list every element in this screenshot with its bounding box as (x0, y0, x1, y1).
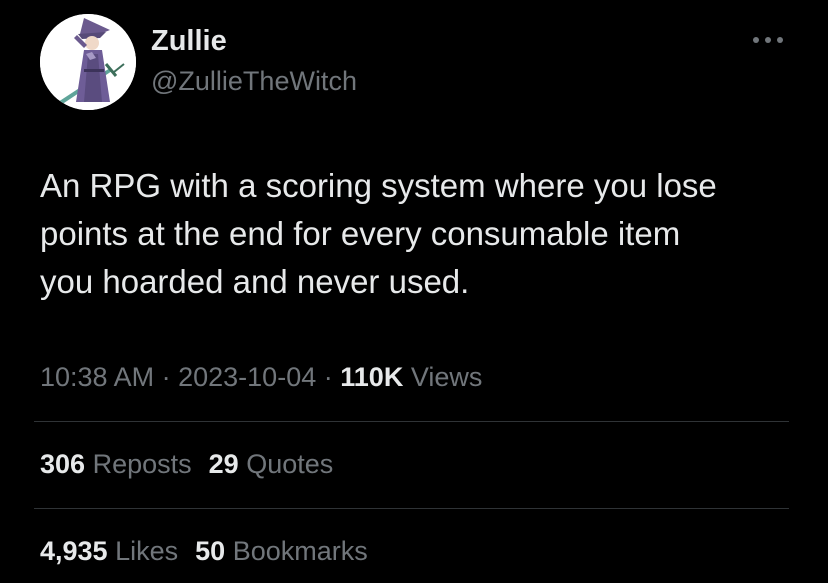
reposts-count: 306 (40, 449, 86, 479)
post-meta: 10:38 AM · 2023-10-04 · 110K Views (40, 359, 482, 395)
views-label: Views (410, 362, 483, 392)
author-display-name[interactable]: Zullie (151, 24, 227, 58)
likes-stat[interactable]: 4,935 Likes (40, 533, 178, 569)
post-text-line: An RPG with a scoring system where you l… (40, 167, 717, 204)
post-time[interactable]: 10:38 AM (40, 362, 154, 392)
likes-count: 4,935 (40, 536, 108, 566)
post-text: An RPG with a scoring system where you l… (40, 162, 800, 306)
views-count: 110K (340, 362, 404, 392)
bookmarks-count: 50 (195, 536, 226, 566)
quotes-count: 29 (208, 449, 239, 479)
post-text-line: points at the end for every consumable i… (40, 215, 681, 252)
engagement-stats-row: 306 Reposts 29 Quotes (40, 446, 333, 482)
quotes-stat[interactable]: 29 Quotes (209, 446, 334, 482)
author-handle[interactable]: @ZullieTheWitch (151, 64, 357, 98)
likes-stats-row: 4,935 Likes 50 Bookmarks (40, 533, 368, 569)
more-options-button[interactable] (748, 28, 788, 52)
divider (34, 508, 789, 509)
post-text-line: you hoarded and never used. (40, 263, 470, 300)
post-date[interactable]: 2023-10-04 (178, 362, 316, 392)
witch-avatar-icon (40, 14, 136, 110)
meta-separator: · (161, 362, 171, 392)
avatar[interactable] (40, 14, 136, 110)
more-options-icon (753, 37, 783, 43)
reposts-stat[interactable]: 306 Reposts (40, 446, 192, 482)
bookmarks-label: Bookmarks (232, 536, 368, 566)
meta-separator: · (323, 362, 333, 392)
bookmarks-stat[interactable]: 50 Bookmarks (195, 533, 368, 569)
post-detail: Zullie @ZullieTheWitch An RPG with a sco… (0, 0, 828, 583)
quotes-label: Quotes (246, 449, 334, 479)
reposts-label: Reposts (92, 449, 192, 479)
divider (34, 421, 789, 422)
likes-label: Likes (115, 536, 179, 566)
